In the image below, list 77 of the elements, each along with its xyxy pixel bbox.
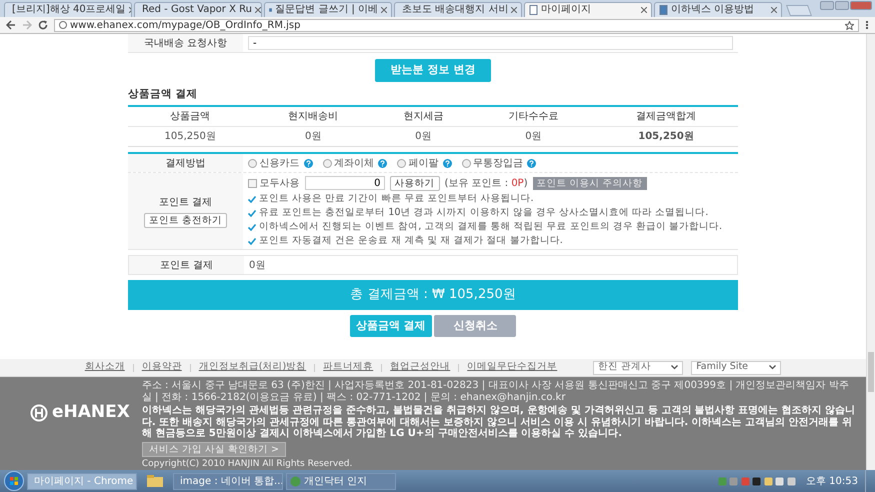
scrollbar-thumb[interactable] <box>868 352 874 392</box>
payment-option[interactable]: 계좌이체 <box>322 156 374 171</box>
request-field[interactable]: - <box>248 36 733 50</box>
points-field[interactable]: 0 <box>304 176 384 190</box>
footer-link[interactable]: 개인정보취급(처리)방침 <box>198 360 306 375</box>
payment-option[interactable]: 페이팔 <box>397 156 438 171</box>
footer-link[interactable]: 회사소개 <box>84 360 125 375</box>
note-text: 포인트 자동결제 건은 운송료 재 계측 및 재 결제가 절대 불가합니다. <box>259 234 563 247</box>
browser-tab[interactable]: Red - Gost Vapor X Ru <box>134 2 262 17</box>
column-header: 현지세금 <box>374 106 473 127</box>
start-icon[interactable] <box>4 471 24 491</box>
reload-icon <box>38 20 48 30</box>
browser-tab[interactable]: 질문답변 글쓰기 | 이베 <box>264 2 392 17</box>
radio-button[interactable] <box>322 158 332 168</box>
note-text: 포인트 사용은 만료 기간이 빠른 무료 포인트부터 사용됩니다. <box>259 192 534 205</box>
new-tab-button[interactable] <box>786 5 812 16</box>
radio-button[interactable] <box>248 158 257 168</box>
clock: 오후 10:53 <box>806 474 858 488</box>
logo-icon <box>30 404 48 422</box>
total-amount-banner: 총 결제금액 : ₩ 105,250원 <box>128 280 738 310</box>
note-text: 유료 포인트는 충전일로부터 10년 경과 시까지 이용하지 않을 경우 상사소멸시효에 따라 소멸됩니다. <box>259 206 708 219</box>
back-icon <box>6 20 16 30</box>
copyright: Copyright(C) 2010 HANJIN All Rights Reserved. <box>142 458 354 470</box>
star-icon <box>845 20 854 30</box>
points-balance: (보유 포인트 : 0P) <box>444 176 528 191</box>
folder-icon[interactable] <box>146 474 164 488</box>
browser-tab[interactable]: 이하넥스 이용방법 <box>654 2 782 17</box>
logo-text: eHANEX <box>52 401 130 424</box>
footer-link[interactable]: 이용약관 <box>142 360 182 375</box>
payment-option[interactable]: 신용카드 <box>248 156 300 171</box>
field-label: 결제방법 <box>128 154 243 172</box>
table-cell: 0원 <box>472 126 594 147</box>
maximize-button[interactable] <box>835 1 849 10</box>
browser-tab[interactable]: [브리지]해상 40프로세일 <box>4 2 132 17</box>
radio-button[interactable] <box>397 158 406 168</box>
taskbar-item[interactable]: 개인닥터 인지 <box>286 472 396 490</box>
forward-icon <box>22 20 32 30</box>
charge-points-button[interactable]: 포인트 충전하기 <box>144 212 228 228</box>
menu-icon <box>865 20 869 30</box>
table-cell: 0원 <box>374 126 473 147</box>
help-icon <box>304 158 312 168</box>
column-header: 현지배송비 <box>252 106 374 127</box>
minimize-button[interactable] <box>820 1 834 10</box>
note-text: 이하넥스에서 진행되는 이벤트 참여, 고객의 결제를 통해 적립된 무료 포인트의 경우 환급이 불가합니다. <box>259 220 722 233</box>
footer-link[interactable]: 파트너제휴 <box>323 360 374 375</box>
use-all-checkbox[interactable]: 모두사용 <box>248 176 300 191</box>
app-icon <box>290 476 301 486</box>
column-header: 기타수수료 <box>472 106 594 127</box>
use-button[interactable]: 사용하기 <box>390 176 440 191</box>
footer-link[interactable]: 이메일무단수집거부 <box>467 360 558 375</box>
table-cell: 105,250원 <box>128 126 252 147</box>
field-value: 0원 <box>249 258 266 273</box>
browser-tab[interactable]: 마이페이지 <box>524 2 652 17</box>
field-label: 포인트 결제 <box>129 256 244 274</box>
table-cell: 0원 <box>252 126 374 147</box>
company-info: 주소 : 서울시 중구 남대문로 63 (주)한진 | 사업자등록번호 201-81-02823 | 대표이사 사장 서용원 통신판매신고 중구 제00399호 | 개인정보관리책임자 박주실 | 전화 : 1566-2182(이용요금 유료) | 팩스 : 02-771-1202 | 문의 : ehanex@hanjin.co.kr <box>142 380 850 403</box>
caret-icon <box>671 365 678 370</box>
browser-tab[interactable]: 초보도 배송대행지 서비 <box>394 2 522 17</box>
caret-icon <box>769 365 776 370</box>
dropdown[interactable]: 한진 관계사 <box>593 360 684 374</box>
payment-option[interactable]: 무통장입금 <box>462 156 523 171</box>
section-title: 상품금액 결제 <box>128 86 199 102</box>
radio-button[interactable] <box>462 158 470 168</box>
scrollbar[interactable] <box>866 34 875 470</box>
field-label: 국내배송 요청사항 <box>128 34 243 52</box>
footer-link[interactable]: 협업근성안내 <box>390 360 450 375</box>
column-header: 결제금액합계 <box>594 106 738 127</box>
legal-notice: 이하넥스는 해당국가의 관세법등 관련규정을 준수하고, 불법물건을 취급하지 않으며, 운항예송 및 가격허위신고 등 고객의 불법사항 표명에는 협조하지 않습니다. 또한 배송지 해당국가의 관세규정에 따른 통관여부에 대해서는 보증하지 않으니 서비스 이용 시 유념하시기 바랍니다. 이하넥스는 고객님의 안전거래를 위해 현금등으로 5만원이상 결제시 이하넥스에서 가입한 LG U+의 구매안전서비스를 이용하실 수 있습니다. <box>142 405 856 440</box>
table-cell: 105,250원 <box>594 126 738 147</box>
help-icon <box>378 158 387 168</box>
help-icon <box>442 158 452 168</box>
address-bar[interactable]: www.ehanex.com/mypage/OB_OrdInfo_RM.jsp <box>54 18 859 32</box>
help-icon <box>527 158 536 168</box>
field-label: 포인트 결제 <box>158 196 212 210</box>
column-header: 상품금액 <box>128 106 252 127</box>
dropdown[interactable]: Family Site <box>691 360 782 374</box>
close-button[interactable] <box>850 1 872 10</box>
